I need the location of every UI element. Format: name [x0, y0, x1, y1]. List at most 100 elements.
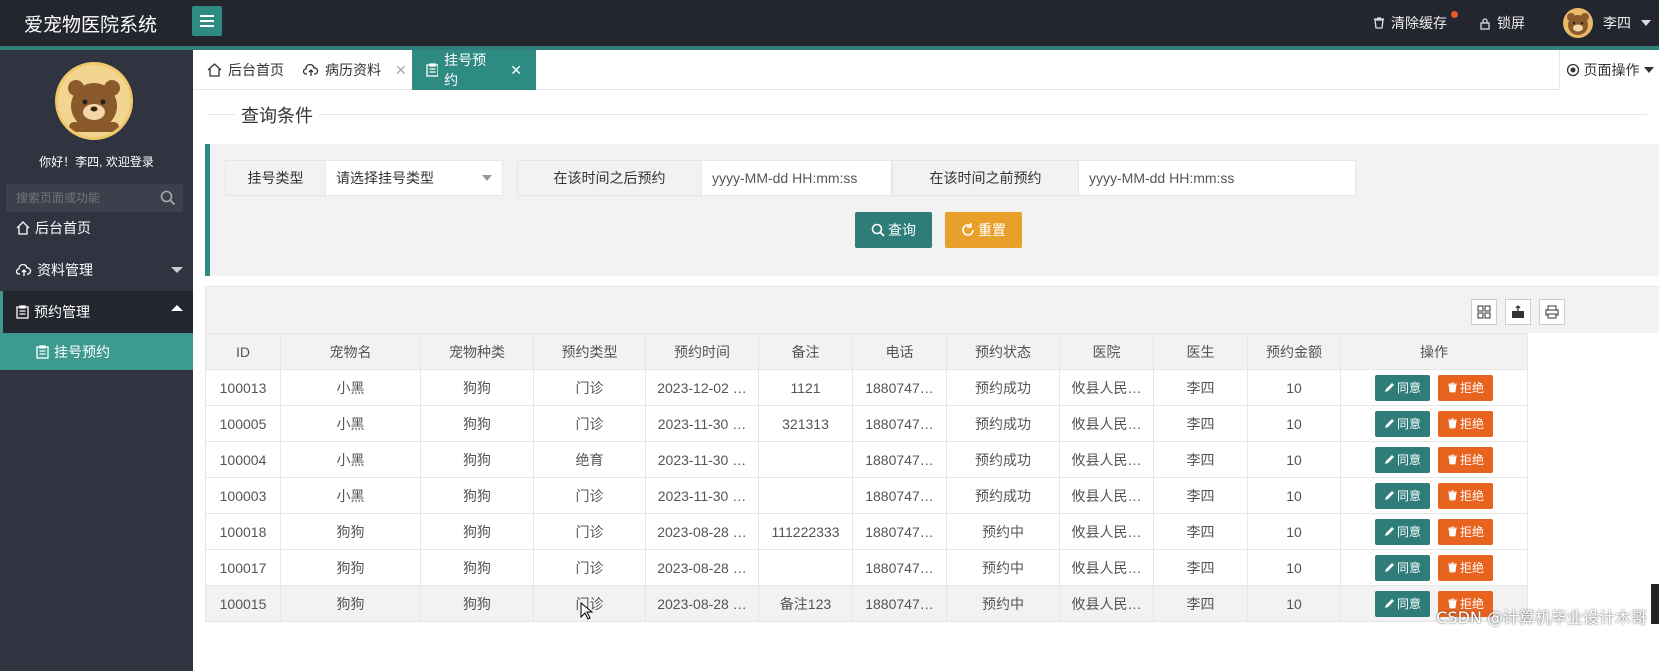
- reject-button[interactable]: 拒绝: [1438, 410, 1494, 437]
- table-row[interactable]: 100018 狗狗 狗狗 门诊 2023-08-28 … 111222333 1880747…: [205, 513, 1528, 550]
- reject-label: 拒绝: [1460, 417, 1485, 431]
- table-cell: 10: [1247, 405, 1341, 442]
- tab-label: 挂号预约: [444, 52, 487, 88]
- column-header[interactable]: 预约状态: [946, 333, 1060, 370]
- table-row[interactable]: 100013 小黑 狗狗 门诊 2023-12-02 … 1121 1880747… 预约成功…: [205, 369, 1528, 406]
- search-icon: [871, 223, 885, 237]
- sidebar-item-label: 后台首页: [35, 220, 91, 236]
- before-time-input[interactable]: [1079, 161, 1355, 195]
- page-operations-menu[interactable]: 页面操作: [1559, 50, 1659, 90]
- table-cell: 攸县人民…: [1059, 441, 1154, 478]
- reject-label: 拒绝: [1460, 381, 1485, 395]
- user-menu[interactable]: 李四: [1563, 8, 1651, 38]
- table-cell: 李四: [1153, 369, 1248, 406]
- approve-button[interactable]: 同意: [1374, 554, 1430, 581]
- search-button[interactable]: 查询: [855, 212, 932, 248]
- column-header[interactable]: 预约金额: [1247, 333, 1341, 370]
- user-avatar: [1563, 8, 1593, 38]
- scrollbar[interactable]: [1651, 584, 1659, 624]
- table-cell: 小黑: [280, 369, 421, 406]
- sidebar-item-appointments[interactable]: 预约管理: [0, 291, 193, 333]
- table-cell: 小黑: [280, 405, 421, 442]
- type-filter-group: 挂号类型 请选择挂号类型: [225, 160, 503, 196]
- approve-button[interactable]: 同意: [1374, 518, 1430, 545]
- menu-toggle-button[interactable]: [192, 6, 222, 36]
- column-header[interactable]: ID: [205, 333, 281, 370]
- lock-screen-button[interactable]: 锁屏: [1479, 13, 1525, 33]
- close-icon[interactable]: ✕: [510, 62, 522, 79]
- table-cell: 狗狗: [420, 513, 534, 550]
- bear-avatar-icon: [1567, 13, 1589, 35]
- actions-cell: 同意 拒绝: [1340, 477, 1528, 514]
- reject-button[interactable]: 拒绝: [1438, 374, 1494, 401]
- approve-button[interactable]: 同意: [1374, 482, 1430, 509]
- search-icon[interactable]: [160, 190, 176, 206]
- column-header[interactable]: 宠物种类: [420, 333, 534, 370]
- column-header[interactable]: 备注: [758, 333, 853, 370]
- export-button[interactable]: [1505, 299, 1531, 325]
- approve-button[interactable]: 同意: [1374, 374, 1430, 401]
- columns-filter-button[interactable]: [1471, 299, 1497, 325]
- table-row[interactable]: 100003 小黑 狗狗 门诊 2023-11-30 … 1880747… 预约成功 攸县人民…: [205, 477, 1528, 514]
- column-header: 操作: [1340, 333, 1528, 370]
- table-cell: 小黑: [280, 477, 421, 514]
- watermark: CSDN @计算机毕业设计木哥: [1436, 608, 1647, 627]
- table-row[interactable]: 100015 狗狗 狗狗 门诊 2023-08-28 … 备注123 1880747… 预约中…: [205, 585, 1528, 622]
- reject-button[interactable]: 拒绝: [1438, 446, 1494, 473]
- sidebar-item-records[interactable]: 资料管理: [0, 249, 193, 291]
- table-cell: 备注123: [758, 585, 853, 622]
- chevron-up-icon: [171, 305, 183, 311]
- reset-button[interactable]: 重置: [945, 212, 1022, 248]
- tab-home[interactable]: 后台首页: [193, 50, 298, 90]
- type-filter-select[interactable]: 请选择挂号类型: [326, 161, 502, 195]
- table-cell: 门诊: [533, 513, 646, 550]
- print-button[interactable]: [1539, 299, 1565, 325]
- user-name: 李四: [1603, 15, 1631, 31]
- table-row[interactable]: 100005 小黑 狗狗 门诊 2023-11-30 … 321313 1880747… 预约…: [205, 405, 1528, 442]
- home-icon: [207, 63, 222, 77]
- column-header[interactable]: 预约时间: [645, 333, 759, 370]
- column-header[interactable]: 宠物名: [280, 333, 421, 370]
- table-cell: 2023-08-28 …: [645, 585, 759, 622]
- bear-avatar-icon: [68, 80, 120, 132]
- reject-button[interactable]: 拒绝: [1438, 518, 1494, 545]
- sidebar-item-home[interactable]: 后台首页: [0, 207, 193, 249]
- approve-label: 同意: [1396, 597, 1421, 611]
- reject-button[interactable]: 拒绝: [1438, 554, 1494, 581]
- close-icon[interactable]: ✕: [395, 62, 407, 79]
- table-cell: 2023-11-30 …: [645, 441, 759, 478]
- approve-label: 同意: [1396, 381, 1421, 395]
- trash-icon: [1448, 490, 1457, 501]
- table-cell: 1880747…: [852, 477, 947, 514]
- table-row[interactable]: 100017 狗狗 狗狗 门诊 2023-08-28 … 1880747… 预约中 攸县人民……: [205, 549, 1528, 586]
- table-cell: 321313: [758, 405, 853, 442]
- table-cell: 预约成功: [946, 441, 1060, 478]
- approve-button[interactable]: 同意: [1374, 590, 1430, 617]
- clear-cache-button[interactable]: 清除缓存: [1373, 11, 1458, 33]
- table-cell: 100013: [205, 369, 281, 406]
- tab-label: 病历资料: [325, 62, 381, 78]
- trash-icon: [1448, 526, 1457, 537]
- table-cell: 李四: [1153, 585, 1248, 622]
- column-header[interactable]: 预约类型: [533, 333, 646, 370]
- approve-label: 同意: [1396, 489, 1421, 503]
- column-header[interactable]: 医院: [1059, 333, 1154, 370]
- column-header[interactable]: 医生: [1153, 333, 1248, 370]
- column-header[interactable]: 电话: [852, 333, 947, 370]
- edit-icon: [1384, 455, 1394, 464]
- sidebar-subitem-registration[interactable]: 挂号预约: [0, 333, 193, 370]
- table-cell: [758, 477, 853, 514]
- table-cell: 10: [1247, 369, 1341, 406]
- tab-registration[interactable]: 挂号预约 ✕: [412, 50, 536, 90]
- tab-medical-records[interactable]: 病历资料 ✕: [289, 50, 421, 90]
- approve-button[interactable]: 同意: [1374, 410, 1430, 437]
- approve-button[interactable]: 同意: [1374, 446, 1430, 473]
- approve-label: 同意: [1396, 561, 1421, 575]
- table-cell: 100015: [205, 585, 281, 622]
- table-cell: 预约成功: [946, 405, 1060, 442]
- export-icon: [1512, 305, 1524, 318]
- table-row[interactable]: 100004 小黑 狗狗 绝育 2023-11-30 … 1880747… 预约成功 攸县人民…: [205, 441, 1528, 478]
- after-time-input[interactable]: [702, 161, 891, 195]
- chevron-down-icon: [1641, 20, 1651, 26]
- reject-button[interactable]: 拒绝: [1438, 482, 1494, 509]
